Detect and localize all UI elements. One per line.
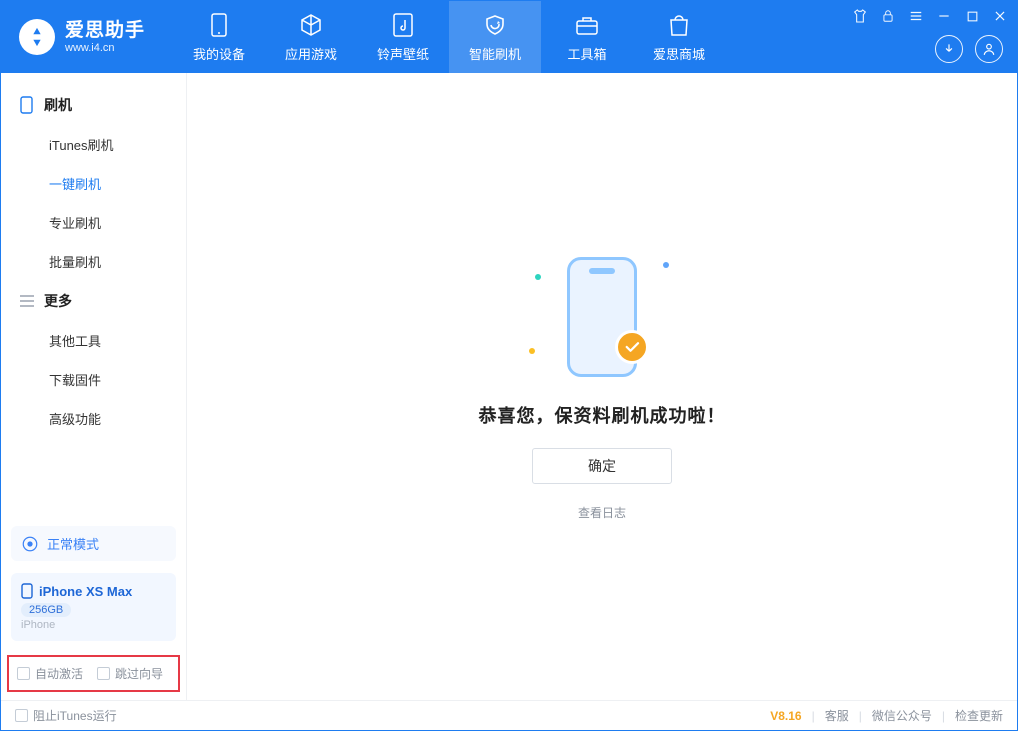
tshirt-icon[interactable] <box>851 7 869 25</box>
app-name-cn: 爱思助手 <box>65 20 145 42</box>
checkbox-icon <box>17 667 30 680</box>
sidebar-bottom-options: 自动激活 跳过向导 <box>7 655 180 692</box>
nav-my-device[interactable]: 我的设备 <box>173 1 265 73</box>
success-illustration <box>517 252 687 382</box>
device-card[interactable]: iPhone XS Max 256GB iPhone <box>11 573 176 641</box>
nav-label: 铃声壁纸 <box>377 44 429 63</box>
body: 刷机 iTunes刷机 一键刷机 专业刷机 批量刷机 更多 其他工具 下载固件 … <box>1 73 1017 700</box>
checkbox-label: 跳过向导 <box>115 665 163 682</box>
nav-label: 工具箱 <box>568 44 607 63</box>
sparkle-icon <box>535 274 541 280</box>
ok-button[interactable]: 确定 <box>532 448 672 484</box>
separator: | <box>859 709 862 723</box>
checkbox-icon <box>97 667 110 680</box>
link-check-update[interactable]: 检查更新 <box>955 707 1003 724</box>
version-label: V8.16 <box>770 709 801 723</box>
sidebar-group-flash: 刷机 <box>1 85 186 125</box>
checkbox-icon <box>15 709 28 722</box>
sidebar-item-batch-flash[interactable]: 批量刷机 <box>1 242 186 281</box>
app-name-en: www.i4.cn <box>65 42 145 55</box>
top-nav: 我的设备 应用游戏 铃声壁纸 智能刷机 工具箱 爱思商城 <box>173 1 725 73</box>
nav-apps-games[interactable]: 应用游戏 <box>265 1 357 73</box>
device-label: iPhone <box>21 619 166 631</box>
device-icon <box>211 12 227 38</box>
phone-outline-icon <box>19 98 34 113</box>
close-icon[interactable] <box>991 7 1009 25</box>
maximize-icon[interactable] <box>963 7 981 25</box>
nav-label: 爱思商城 <box>653 44 705 63</box>
nav-smart-flash[interactable]: 智能刷机 <box>449 1 541 73</box>
mode-card[interactable]: 正常模式 <box>11 526 176 561</box>
window-controls <box>851 7 1009 25</box>
check-badge-icon <box>615 330 649 364</box>
bag-icon <box>668 12 690 38</box>
device-name: iPhone XS Max <box>39 584 132 599</box>
titlebar: 爱思助手 www.i4.cn 我的设备 应用游戏 铃声壁纸 智能刷机 <box>1 1 1017 73</box>
nav-ringtones[interactable]: 铃声壁纸 <box>357 1 449 73</box>
menu-icon[interactable] <box>907 7 925 25</box>
separator: | <box>942 709 945 723</box>
logo-icon <box>19 19 55 55</box>
sidebar-item-other-tools[interactable]: 其他工具 <box>1 321 186 360</box>
sidebar-item-itunes-flash[interactable]: iTunes刷机 <box>1 125 186 164</box>
sidebar-item-oneclick-flash[interactable]: 一键刷机 <box>1 164 186 203</box>
success-message: 恭喜您，保资料刷机成功啦！ <box>479 402 726 428</box>
sidebar-group-more: 更多 <box>1 281 186 321</box>
download-icon[interactable] <box>935 35 963 63</box>
separator: | <box>812 709 815 723</box>
link-customer-service[interactable]: 客服 <box>825 707 849 724</box>
device-small-icon <box>21 583 33 599</box>
mode-label: 正常模式 <box>47 534 99 553</box>
status-bar: 阻止iTunes运行 V8.16 | 客服 | 微信公众号 | 检查更新 <box>1 700 1017 730</box>
checkbox-block-itunes[interactable]: 阻止iTunes运行 <box>15 707 117 724</box>
checkbox-label: 阻止iTunes运行 <box>33 707 117 724</box>
checkbox-label: 自动激活 <box>35 665 83 682</box>
main-content: 恭喜您，保资料刷机成功啦！ 确定 查看日志 <box>187 73 1017 700</box>
cube-icon <box>299 12 323 38</box>
sidebar-item-advanced[interactable]: 高级功能 <box>1 399 186 438</box>
sparkle-icon <box>529 348 535 354</box>
sidebar-item-download-firmware[interactable]: 下载固件 <box>1 360 186 399</box>
mode-icon <box>21 535 39 553</box>
toolbox-icon <box>575 12 599 38</box>
music-file-icon <box>393 12 413 38</box>
nav-toolbox[interactable]: 工具箱 <box>541 1 633 73</box>
sidebar-item-pro-flash[interactable]: 专业刷机 <box>1 203 186 242</box>
checkbox-skip-guide[interactable]: 跳过向导 <box>97 665 163 682</box>
link-wechat[interactable]: 微信公众号 <box>872 707 932 724</box>
sidebar-scroll: 刷机 iTunes刷机 一键刷机 专业刷机 批量刷机 更多 其他工具 下载固件 … <box>1 73 186 518</box>
sidebar: 刷机 iTunes刷机 一键刷机 专业刷机 批量刷机 更多 其他工具 下载固件 … <box>1 73 187 700</box>
checkbox-auto-activate[interactable]: 自动激活 <box>17 665 83 682</box>
nav-label: 应用游戏 <box>285 44 337 63</box>
minimize-icon[interactable] <box>935 7 953 25</box>
view-log-link[interactable]: 查看日志 <box>578 504 626 521</box>
lock-icon[interactable] <box>879 7 897 25</box>
titlebar-actions <box>935 35 1003 63</box>
device-storage: 256GB <box>21 603 71 617</box>
group-label: 更多 <box>44 291 72 311</box>
list-icon <box>19 294 34 309</box>
sparkle-icon <box>663 262 669 268</box>
app-window: 爱思助手 www.i4.cn 我的设备 应用游戏 铃声壁纸 智能刷机 <box>0 0 1018 731</box>
user-icon[interactable] <box>975 35 1003 63</box>
nav-store[interactable]: 爱思商城 <box>633 1 725 73</box>
app-logo: 爱思助手 www.i4.cn <box>1 1 163 73</box>
group-label: 刷机 <box>44 95 72 115</box>
nav-label: 智能刷机 <box>469 44 521 63</box>
nav-label: 我的设备 <box>193 44 245 63</box>
refresh-shield-icon <box>483 12 507 38</box>
